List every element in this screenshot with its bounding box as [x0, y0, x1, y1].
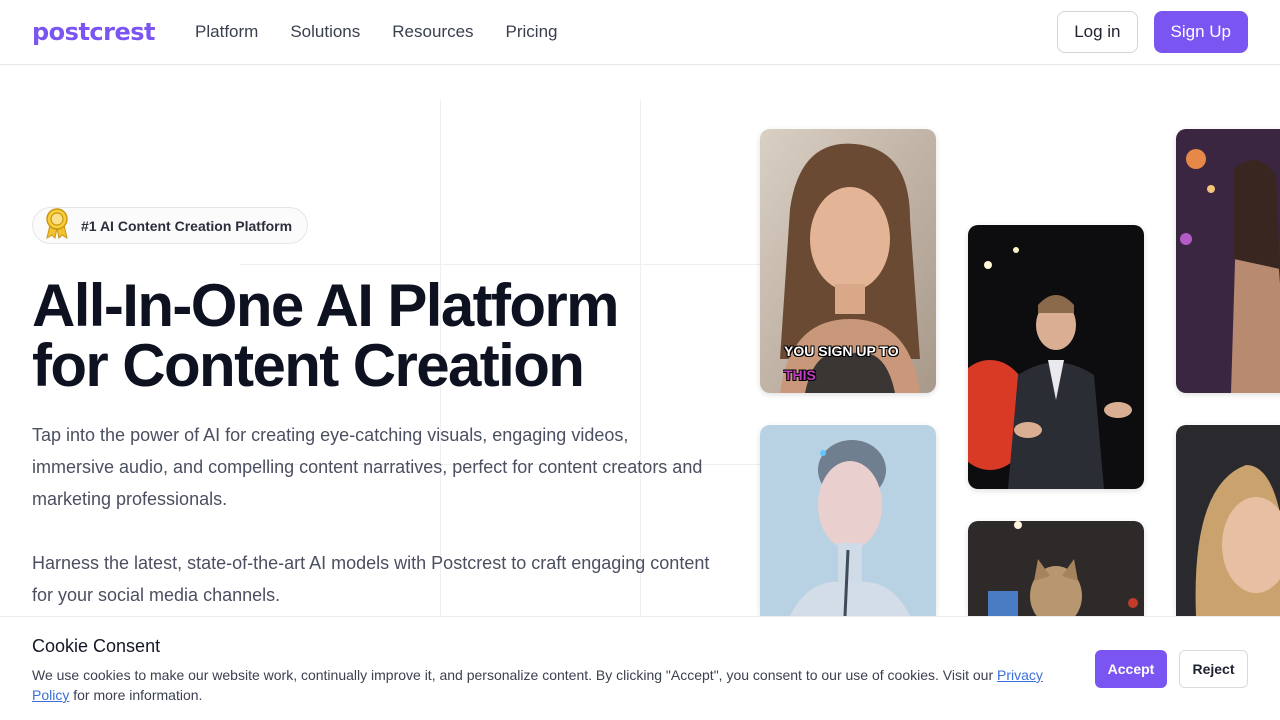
nav-item-platform[interactable]: Platform [195, 22, 258, 42]
login-button[interactable]: Log in [1057, 11, 1138, 53]
hero-subdescription: Harness the latest, state-of-the-art AI … [32, 553, 710, 605]
gallery-image-cat[interactable] [968, 521, 1144, 616]
party-scene-image [1176, 129, 1280, 393]
hero-badge-text: #1 AI Content Creation Platform [81, 217, 293, 234]
top-navbar: postcrest Platform Solutions Resources P… [0, 0, 1280, 65]
hero-badge: #1 AI Content Creation Platform [32, 207, 309, 244]
hero-title-line-2: for Content Creation [32, 332, 585, 399]
grid-line [240, 264, 840, 265]
cookie-consent-banner: Cookie Consent We use cookies to make ou… [0, 616, 1280, 720]
cookie-message: We use cookies to make our website work,… [32, 665, 1082, 705]
blonde-portrait-image [1176, 425, 1280, 616]
award-medal-icon [43, 207, 71, 244]
accept-cookies-button[interactable]: Accept [1095, 650, 1167, 688]
video-caption-line-1: YOU SIGN UP TO [784, 343, 899, 359]
nav-item-resources[interactable]: Resources [392, 22, 473, 42]
nav-item-pricing[interactable]: Pricing [506, 22, 558, 42]
cookie-message-end: for more information. [69, 687, 203, 703]
gallery-image-party-woman[interactable] [1176, 129, 1280, 393]
video-caption-line-2: THIS [784, 367, 816, 383]
hero-description: Tap into the power of AI for creating ey… [32, 425, 703, 509]
logo[interactable]: postcrest [32, 18, 156, 46]
auth-buttons: Log in Sign Up [1057, 11, 1248, 53]
reject-cookies-button[interactable]: Reject [1179, 650, 1248, 688]
gallery-image-speaker-on-stage[interactable] [968, 225, 1144, 489]
gallery-image-cyborg-woman[interactable] [760, 425, 936, 616]
hero-title-line-1: All-In-One AI Platform [32, 272, 620, 339]
cat-photo-image [968, 521, 1144, 616]
main-nav: Platform Solutions Resources Pricing [195, 22, 557, 42]
cookie-message-text: We use cookies to make our website work,… [32, 667, 998, 683]
cyborg-portrait-image [760, 425, 936, 616]
gallery-video-woman-talking[interactable]: YOU SIGN UP TO THIS [760, 129, 936, 393]
stage-speaker-image [968, 225, 1144, 489]
gallery-image-blonde-woman[interactable] [1176, 425, 1280, 616]
signup-button[interactable]: Sign Up [1153, 11, 1248, 53]
hero-title: All-In-One AI Platform for Content Creat… [32, 276, 732, 396]
nav-item-solutions[interactable]: Solutions [290, 22, 360, 42]
cookie-title: Cookie Consent [32, 636, 161, 656]
